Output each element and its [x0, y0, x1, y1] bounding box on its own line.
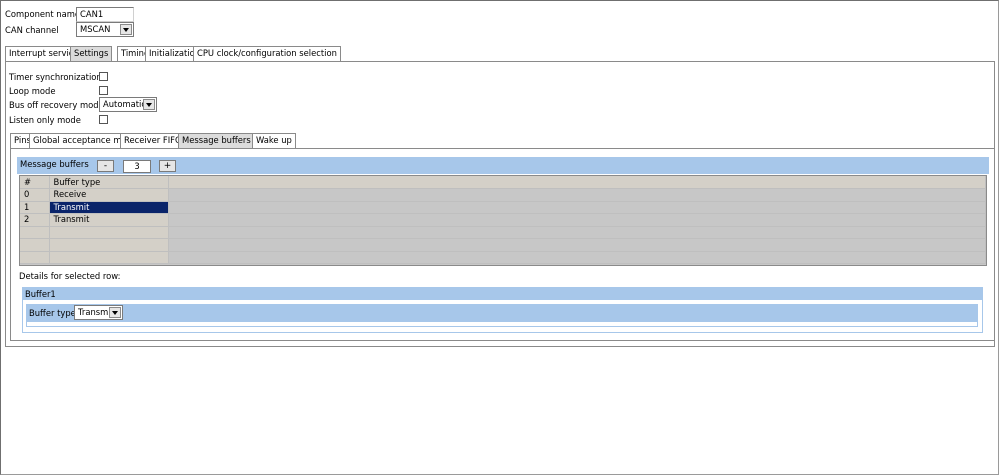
detail-group-title: Buffer1 [25, 289, 56, 299]
can-channel-select[interactable]: MSCAN [76, 22, 134, 37]
can-channel-value: MSCAN [80, 24, 111, 34]
details-label: Details for selected row: [19, 271, 121, 281]
bus-off-select[interactable]: Automatic [99, 97, 157, 112]
decrement-button[interactable]: - [97, 160, 114, 172]
tab-receiver-fifo[interactable]: Receiver FIFO [120, 133, 186, 148]
row-index: 2 [20, 213, 50, 227]
buffer-type-select[interactable]: Transmit [74, 305, 123, 320]
timer-sync-label: Timer synchronization [9, 72, 102, 82]
row-buffer-type[interactable]: Transmit [49, 213, 169, 227]
column-header-buffer-type[interactable]: Buffer type [49, 176, 169, 189]
component-name-field[interactable]: CAN1 [76, 7, 134, 22]
row-buffer-type[interactable]: Receive [49, 188, 169, 202]
buffer-type-row [26, 304, 978, 321]
buffer-table: # Buffer type 0 Receive 1 Transmit 2 Tra… [20, 176, 986, 264]
component-name-label: Component name [5, 9, 81, 19]
empty-row [20, 226, 986, 239]
timer-sync-checkbox[interactable] [99, 72, 108, 81]
tab-cpu-clock[interactable]: CPU clock/configuration selection [193, 46, 341, 61]
main-tab-bar: Interrupt service Settings Timing Initia… [5, 46, 995, 62]
increment-button[interactable]: + [159, 160, 176, 172]
row-index: 0 [20, 188, 50, 202]
tab-message-buffers[interactable]: Message buffers [178, 133, 255, 149]
bus-off-label: Bus off recovery mode [9, 100, 104, 110]
detail-group-header [22, 287, 983, 300]
loop-mode-label: Loop mode [9, 86, 56, 96]
can-channel-label: CAN channel [5, 25, 59, 35]
empty-row [20, 238, 986, 252]
table-row[interactable]: 2 Transmit [20, 213, 986, 227]
chevron-down-icon[interactable] [120, 24, 132, 35]
loop-mode-checkbox[interactable] [99, 86, 108, 95]
column-header-filler [168, 176, 986, 189]
buffer-count-field[interactable]: 3 [123, 160, 151, 173]
buffer-type-label: Buffer type [29, 308, 76, 318]
tab-wake-up[interactable]: Wake up [252, 133, 296, 148]
bus-off-value: Automatic [103, 99, 146, 109]
table-row[interactable]: 0 Receive [20, 188, 986, 202]
listen-only-label: Listen only mode [9, 115, 81, 125]
row-index: 1 [20, 201, 50, 214]
row-buffer-type[interactable]: Transmit [49, 201, 169, 214]
column-header-index[interactable]: # [20, 176, 50, 189]
chevron-down-icon[interactable] [109, 307, 121, 318]
table-row[interactable]: 1 Transmit [20, 201, 986, 214]
empty-row [20, 251, 986, 264]
listen-only-checkbox[interactable] [99, 115, 108, 124]
chevron-down-icon[interactable] [143, 99, 155, 110]
buffer-type-row-bottom [26, 321, 978, 327]
sub-tab-bar: Pins Global acceptance mask Receiver FIF… [10, 133, 995, 149]
message-buffers-title: Message buffers [20, 159, 89, 169]
tab-settings[interactable]: Settings [70, 46, 113, 62]
